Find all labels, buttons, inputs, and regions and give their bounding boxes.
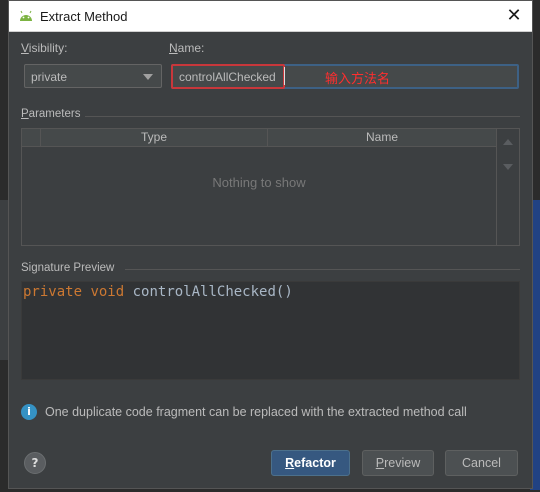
help-button[interactable]: ? — [24, 452, 46, 474]
extract-method-dialog: Extract Method ✕ Visibility: private Nam… — [8, 0, 533, 489]
keyword-void: void — [90, 284, 125, 300]
dialog-title: Extract Method — [40, 9, 128, 24]
annotation-text: 输入方法名 — [325, 72, 391, 87]
signature-preview-label: Signature Preview — [21, 262, 115, 274]
visibility-value: private — [31, 70, 68, 84]
editor-gutter-fragment — [0, 200, 8, 360]
cancel-button[interactable]: Cancel — [445, 450, 518, 476]
move-down-icon[interactable] — [503, 164, 513, 170]
chevron-down-icon — [143, 74, 153, 80]
close-icon[interactable]: ✕ — [504, 6, 524, 26]
refactor-button[interactable]: Refactor — [271, 450, 350, 476]
info-message: One duplicate code fragment can be repla… — [45, 405, 467, 419]
name-highlight-box — [171, 64, 285, 89]
signature-separator — [125, 269, 520, 270]
name-label: Name: — [169, 41, 205, 55]
visibility-label: Visibility: — [21, 41, 68, 55]
method-signature: controlAllChecked() — [132, 284, 293, 300]
keyword-private: private — [23, 284, 83, 300]
column-header-check[interactable] — [22, 129, 41, 147]
parameters-table: Type Name Nothing to show — [21, 128, 520, 246]
column-header-type[interactable]: Type — [41, 129, 268, 147]
text-caret — [284, 67, 285, 85]
visibility-dropdown[interactable]: private — [24, 64, 162, 88]
table-header: Type Name — [22, 129, 496, 147]
move-up-icon[interactable] — [503, 139, 513, 145]
title-bar: Extract Method ✕ — [9, 1, 532, 32]
column-header-name[interactable]: Name — [268, 129, 496, 147]
parameters-separator — [85, 116, 520, 117]
empty-table-text: Nothing to show — [212, 175, 306, 190]
android-icon — [20, 10, 32, 21]
signature-code: private void controlAllChecked() — [23, 284, 293, 300]
parameters-label: Parameters — [21, 108, 81, 120]
preview-button[interactable]: Preview — [362, 450, 434, 476]
move-buttons-panel — [496, 129, 519, 245]
info-icon: i — [21, 404, 37, 420]
signature-preview-box: private void controlAllChecked() — [21, 281, 520, 380]
